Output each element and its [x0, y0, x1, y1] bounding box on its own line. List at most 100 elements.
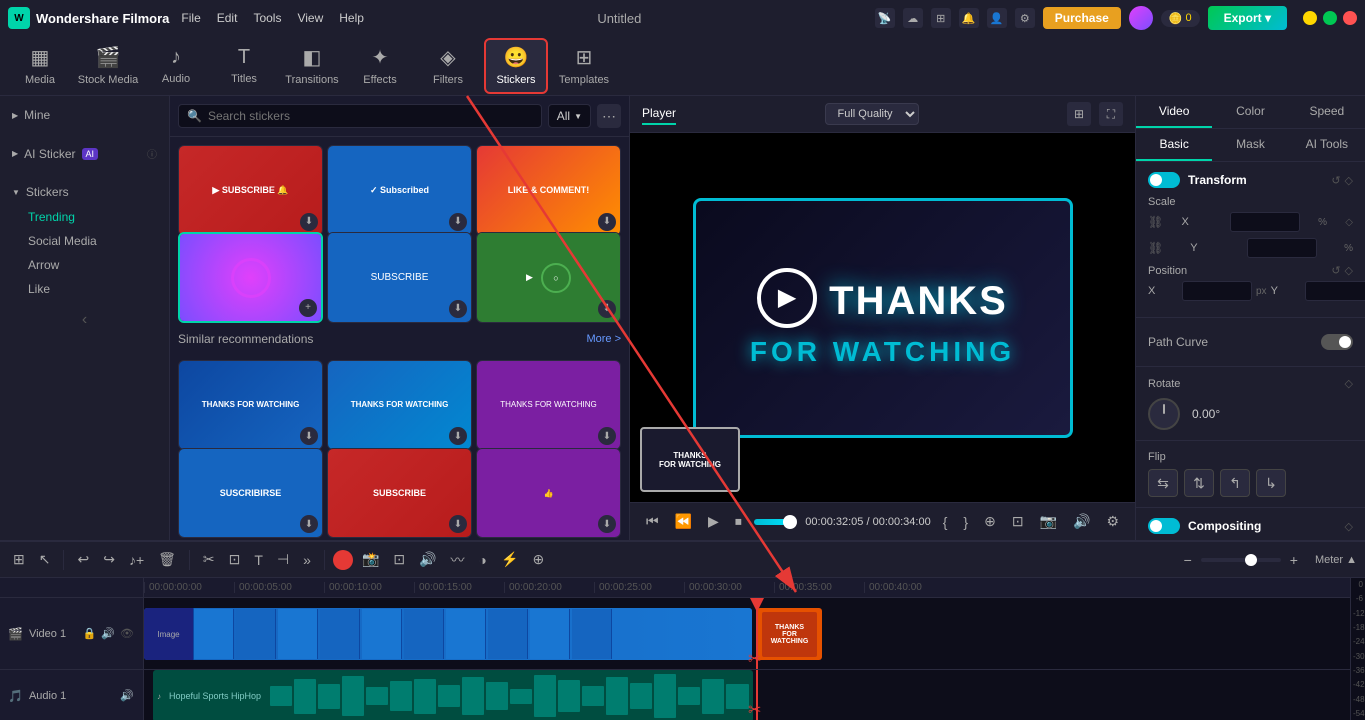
tl-audio-button[interactable]: 🔊 [414, 548, 441, 571]
purchase-button[interactable]: Purchase [1043, 7, 1121, 29]
sticker-item-play-circle[interactable]: ▶ ○ ⬇ [476, 232, 621, 323]
pos-y-input[interactable]: 110.33 [1305, 281, 1365, 301]
track-hide-v1[interactable]: 👁 [119, 626, 135, 641]
track-mute-v1[interactable]: 🔊 [100, 626, 116, 641]
tab-video[interactable]: Video [1136, 96, 1212, 128]
menu-tools[interactable]: Tools [253, 11, 281, 25]
video-track-area[interactable]: Image [144, 598, 1350, 670]
mark-in-button[interactable]: { [939, 512, 952, 532]
position-diamond-icon[interactable]: ◇ [1345, 264, 1353, 277]
sticker-item-subscribed[interactable]: ✓ Subscribed ⬇ [327, 145, 472, 236]
sticker-download-6[interactable]: ⬇ [598, 300, 616, 318]
sticker-download-1[interactable]: ⬇ [300, 213, 318, 231]
compositing-toggle[interactable] [1148, 518, 1180, 534]
scale-link-icon[interactable]: ⛓ [1148, 215, 1163, 229]
mark-out-button[interactable]: } [959, 512, 972, 532]
search-box[interactable]: 🔍 [178, 104, 542, 128]
user-avatar[interactable] [1129, 6, 1153, 30]
zoom-in-button-2[interactable]: + [1285, 549, 1303, 571]
tl-crop-button[interactable]: ⊡ [224, 548, 246, 571]
menu-view[interactable]: View [297, 11, 323, 25]
rec-sticker-1[interactable]: THANKS FOR WATCHING ⬇ [178, 360, 323, 451]
audio-clip[interactable]: ♪ Hopeful Sports HipHop [153, 670, 753, 720]
tl-wave-button[interactable]: 〰 [446, 547, 470, 573]
cloud-icon[interactable]: ☁ [903, 8, 923, 28]
export-button[interactable]: Export ▾ [1208, 6, 1287, 30]
track-mute-a1[interactable]: 🔊 [119, 688, 135, 703]
transform-toggle[interactable] [1148, 172, 1180, 188]
frame-back-button[interactable]: ⏪ [671, 511, 696, 532]
zoom-out-button[interactable]: − [1179, 549, 1197, 571]
sidebar-item-trending[interactable]: Trending [0, 205, 169, 229]
menu-file[interactable]: File [181, 11, 200, 25]
rec-download-2[interactable]: ⬇ [449, 427, 467, 445]
sticker-add-selected[interactable]: + [299, 299, 317, 317]
timeline-tracks[interactable]: 00:00:00:00 00:00:05:00 00:00:10:00 00:0… [144, 578, 1350, 720]
rec-sticker-5[interactable]: SUBSCRIBE ⬇ [327, 448, 472, 539]
menu-edit[interactable]: Edit [217, 11, 238, 25]
stop-button[interactable]: ⏹ [731, 511, 746, 532]
tl-text-button[interactable]: T [249, 549, 268, 571]
rec-sticker-4[interactable]: SUSCRIBIRSE ⬇ [178, 448, 323, 539]
tl-layout-button[interactable]: ⊞ [8, 548, 30, 571]
rotate-dial[interactable] [1148, 398, 1180, 430]
tl-cut-button[interactable]: ✂ [198, 548, 220, 571]
sticker-clip[interactable]: THANKSFORWATCHING [757, 608, 822, 660]
rec-sticker-2[interactable]: THANKS FOR WATCHING ⬇ [327, 360, 472, 451]
zoom-slider[interactable] [1201, 558, 1281, 562]
settings-icon[interactable]: ⚙ [1015, 8, 1035, 28]
path-curve-toggle[interactable] [1321, 334, 1353, 350]
sub-tab-ai-tools[interactable]: AI Tools [1289, 129, 1365, 161]
toolbar-titles[interactable]: T Titles [212, 38, 276, 94]
progress-bar[interactable] [754, 519, 797, 525]
maximize-button[interactable] [1323, 11, 1337, 25]
fullscreen-icon[interactable]: ⛶ [1099, 102, 1123, 126]
toolbar-stickers[interactable]: 😀 Stickers [484, 38, 548, 94]
close-button[interactable] [1343, 11, 1357, 25]
video-clip-main[interactable]: Image [144, 608, 752, 660]
tl-mask-button[interactable]: ◑ [474, 549, 492, 571]
tl-select-button[interactable]: ↖ [34, 548, 56, 571]
flip-h-button-2[interactable]: ↰ [1220, 469, 1250, 497]
tl-speed-button[interactable]: ⚡ [496, 548, 523, 571]
tl-undo-button[interactable]: ↩ [72, 548, 94, 571]
flip-v-button-2[interactable]: ↳ [1256, 469, 1286, 497]
zoom-thumb[interactable] [1245, 554, 1257, 566]
scale-x-diamond[interactable]: ◇ [1345, 217, 1353, 228]
flip-horizontal-button[interactable]: ⇆ [1148, 469, 1178, 497]
flip-vertical-button[interactable]: ⇅ [1184, 469, 1214, 497]
meter-button[interactable]: Meter ▲ [1315, 554, 1357, 566]
menu-help[interactable]: Help [339, 11, 364, 25]
tab-color[interactable]: Color [1212, 96, 1288, 128]
tl-redo-button[interactable]: ↪ [98, 548, 120, 571]
notification-icon[interactable]: 📡 [875, 8, 895, 28]
crop-button[interactable]: ⊡ [1008, 511, 1028, 532]
sidebar-item-arrow[interactable]: Arrow [0, 253, 169, 277]
more-link[interactable]: More > [586, 333, 621, 345]
scale-y-input[interactable]: 100.00 [1247, 238, 1317, 258]
tl-add-audio-button[interactable]: ♪+ [124, 549, 149, 571]
sticker-item-like-comment[interactable]: LIKE & COMMENT! ⬇ [476, 145, 621, 236]
sticker-item-subscribe-2[interactable]: SUBSCRIBE ⬇ [327, 232, 472, 323]
snapshot-button[interactable]: 📷 [1036, 511, 1061, 532]
toolbar-stock-media[interactable]: 🎬 Stock Media [76, 38, 140, 94]
settings-btn[interactable]: ⚙ [1102, 511, 1123, 532]
toolbar-transitions[interactable]: ◧ Transitions [280, 38, 344, 94]
tab-player[interactable]: Player [642, 103, 676, 125]
toolbar-templates[interactable]: ⊞ Templates [552, 38, 616, 94]
quality-select[interactable]: Full Quality [825, 103, 919, 125]
tl-pip-button[interactable]: ⊡ [388, 548, 410, 571]
audio-btn[interactable]: 🔊 [1069, 511, 1094, 532]
toolbar-audio[interactable]: ♪ Audio [144, 38, 208, 94]
track-lock-v1[interactable]: 🔒 [82, 626, 98, 641]
sticker-item-circle[interactable]: + [178, 232, 323, 323]
rec-download-1[interactable]: ⬇ [300, 427, 318, 445]
compositing-diamond-icon[interactable]: ◇ [1345, 520, 1353, 533]
position-reset-icon[interactable]: ↺ [1331, 264, 1340, 277]
filter-dropdown[interactable]: All ▼ [548, 104, 591, 128]
play-button[interactable]: ▶ [704, 511, 723, 532]
grid-view-icon[interactable]: ⊞ [1067, 102, 1091, 126]
rec-sticker-3[interactable]: THANKS FOR WATCHING ⬇ [476, 360, 621, 451]
rotate-diamond-icon[interactable]: ◇ [1345, 377, 1353, 390]
tl-snapshot-button[interactable]: 📸 [357, 548, 384, 571]
